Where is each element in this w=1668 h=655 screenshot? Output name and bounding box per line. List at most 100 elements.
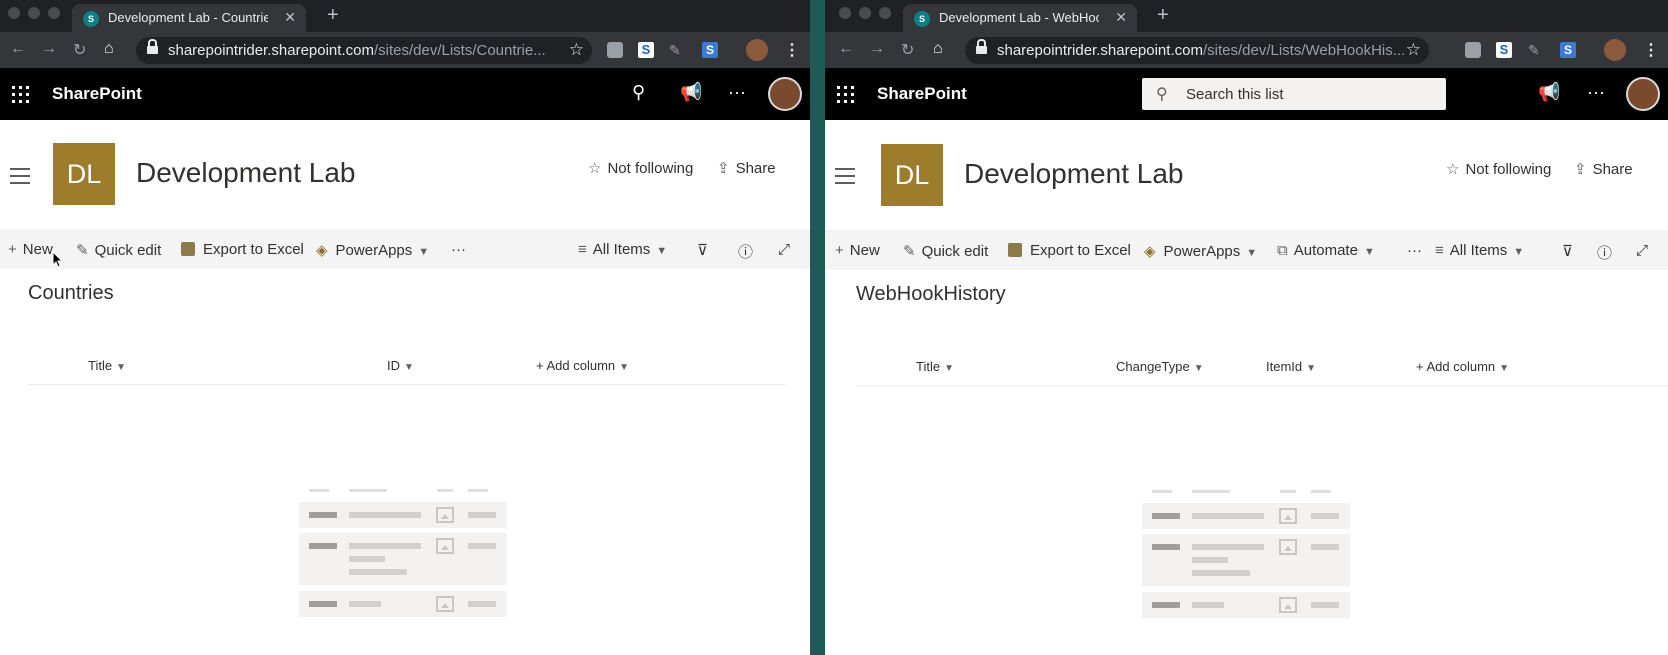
profile-avatar[interactable]: [1604, 39, 1626, 61]
pen-extension-icon[interactable]: ✎: [669, 42, 685, 58]
address-bar[interactable]: sharepointrider.sharepoint.com/sites/dev…: [965, 37, 1429, 64]
expand-icon[interactable]: ⤢: [778, 241, 790, 258]
new-button[interactable]: + New: [8, 241, 53, 258]
nav-menu-icon[interactable]: [10, 168, 30, 189]
add-column-button[interactable]: + Add column ▼: [1416, 359, 1509, 374]
filter-icon[interactable]: ⊽: [697, 241, 708, 259]
back-icon[interactable]: ←: [838, 40, 854, 58]
more-commands-button[interactable]: ···: [1407, 242, 1422, 259]
window-close-dot[interactable]: [839, 7, 851, 19]
quick-edit-button[interactable]: ✎ Quick edit: [903, 242, 988, 260]
list-title: WebHookHistory: [856, 283, 1006, 305]
megaphone-icon[interactable]: 📢: [1538, 82, 1560, 103]
info-icon[interactable]: ⓘ: [1597, 242, 1612, 263]
more-commands-button[interactable]: ···: [451, 241, 466, 258]
waffle-icon[interactable]: [12, 86, 29, 103]
camera-extension-icon[interactable]: [607, 42, 623, 58]
site-logo[interactable]: DL: [881, 144, 943, 206]
new-button[interactable]: + New: [835, 242, 880, 259]
window-close-dot[interactable]: [8, 7, 20, 19]
waffle-icon[interactable]: [837, 86, 854, 103]
window-zoom-dot[interactable]: [879, 7, 891, 19]
chevron-down-icon: ▼: [1246, 247, 1258, 259]
list-title: Countries: [28, 282, 114, 304]
browser-menu-icon[interactable]: ⋮: [784, 40, 800, 60]
bookmark-star-icon[interactable]: ☆: [569, 40, 584, 60]
chevron-down-icon: ▼: [656, 245, 668, 257]
browser-tab[interactable]: S Development Lab - Countries ✕: [72, 4, 306, 32]
s-blue-extension-icon[interactable]: S: [702, 42, 718, 58]
site-title[interactable]: Development Lab: [964, 158, 1183, 190]
profile-avatar[interactable]: [746, 39, 768, 61]
info-icon[interactable]: ⓘ: [738, 241, 753, 262]
filter-icon[interactable]: ⊽: [1562, 242, 1573, 260]
mouse-cursor-icon: [52, 251, 64, 268]
megaphone-icon[interactable]: 📢: [680, 82, 702, 103]
site-title[interactable]: Development Lab: [136, 157, 355, 189]
powerapps-button[interactable]: ◈ PowerApps ▼: [1144, 242, 1257, 260]
reload-icon[interactable]: ↻: [901, 40, 914, 60]
column-header-id[interactable]: ID ▼: [387, 358, 414, 373]
automate-button[interactable]: ⧉ Automate ▼: [1277, 242, 1375, 259]
new-tab-icon[interactable]: +: [327, 4, 339, 27]
search-icon[interactable]: ⚲: [632, 82, 645, 103]
chevron-down-icon: ▼: [1513, 246, 1525, 258]
sharepoint-brand[interactable]: SharePoint: [877, 84, 967, 104]
powerapps-button[interactable]: ◈ PowerApps ▼: [316, 241, 429, 259]
reload-icon[interactable]: ↻: [73, 40, 86, 60]
follow-button[interactable]: ☆ Not following: [1446, 160, 1551, 178]
column-header-title[interactable]: Title ▼: [88, 358, 126, 373]
sharepoint-brand[interactable]: SharePoint: [52, 84, 142, 104]
address-bar[interactable]: sharepointrider.sharepoint.com/sites/dev…: [136, 37, 592, 64]
browser-menu-icon[interactable]: ⋮: [1643, 40, 1659, 60]
share-button[interactable]: ⇪ Share: [717, 159, 776, 177]
view-selector[interactable]: ≡ All Items ▼: [578, 241, 667, 258]
search-list-input[interactable]: ⚲ Search this list: [1142, 78, 1446, 110]
home-icon[interactable]: ⌂: [104, 40, 114, 58]
bookmark-star-icon[interactable]: ☆: [1406, 40, 1421, 60]
more-icon[interactable]: ···: [1587, 82, 1605, 103]
tab-close-icon[interactable]: ✕: [1115, 9, 1127, 26]
powerapps-icon: ◈: [316, 242, 328, 259]
chevron-down-icon: ▼: [1499, 363, 1510, 374]
forward-icon[interactable]: →: [869, 40, 885, 58]
window-zoom-dot[interactable]: [48, 7, 60, 19]
share-icon: ⇪: [717, 160, 730, 177]
column-header-changetype[interactable]: ChangeType ▼: [1116, 359, 1204, 374]
pen-extension-icon[interactable]: ✎: [1528, 42, 1544, 58]
forward-icon[interactable]: →: [41, 40, 57, 58]
window-minimize-dot[interactable]: [859, 7, 871, 19]
quick-edit-button[interactable]: ✎ Quick edit: [76, 241, 161, 259]
list-view-icon: ≡: [1435, 242, 1444, 259]
s-extension-icon[interactable]: S: [638, 42, 654, 58]
new-tab-icon[interactable]: +: [1157, 4, 1169, 27]
export-excel-button[interactable]: Export to Excel: [1008, 242, 1131, 259]
nav-menu-icon[interactable]: [835, 168, 855, 189]
camera-extension-icon[interactable]: [1465, 42, 1481, 58]
user-avatar[interactable]: [768, 77, 802, 111]
column-header-title[interactable]: Title ▼: [916, 359, 954, 374]
tab-close-icon[interactable]: ✕: [284, 9, 296, 26]
s-blue-extension-icon[interactable]: S: [1560, 42, 1576, 58]
back-icon[interactable]: ←: [10, 40, 26, 58]
user-avatar[interactable]: [1626, 77, 1660, 111]
more-icon[interactable]: ···: [728, 82, 746, 103]
share-button[interactable]: ⇪ Share: [1574, 160, 1633, 178]
share-icon: ⇪: [1574, 161, 1587, 178]
window-minimize-dot[interactable]: [28, 7, 40, 19]
home-icon[interactable]: ⌂: [933, 40, 943, 58]
pencil-icon: ✎: [903, 243, 916, 260]
view-selector[interactable]: ≡ All Items ▼: [1435, 242, 1524, 259]
browser-tab[interactable]: S Development Lab - WebHookH ✕: [903, 4, 1137, 32]
sharepoint-favicon-icon: S: [83, 11, 99, 27]
plus-icon: +: [8, 241, 17, 258]
s-extension-icon[interactable]: S: [1496, 42, 1512, 58]
tab-title: Development Lab - Countries: [108, 10, 268, 25]
site-logo[interactable]: DL: [53, 143, 115, 205]
export-excel-button[interactable]: Export to Excel: [181, 241, 304, 258]
column-header-itemid[interactable]: ItemId ▼: [1266, 359, 1316, 374]
add-column-button[interactable]: + Add column ▼: [536, 358, 629, 373]
chevron-down-icon: ▼: [116, 362, 126, 373]
expand-icon[interactable]: ⤢: [1636, 242, 1648, 259]
follow-button[interactable]: ☆ Not following: [588, 159, 693, 177]
